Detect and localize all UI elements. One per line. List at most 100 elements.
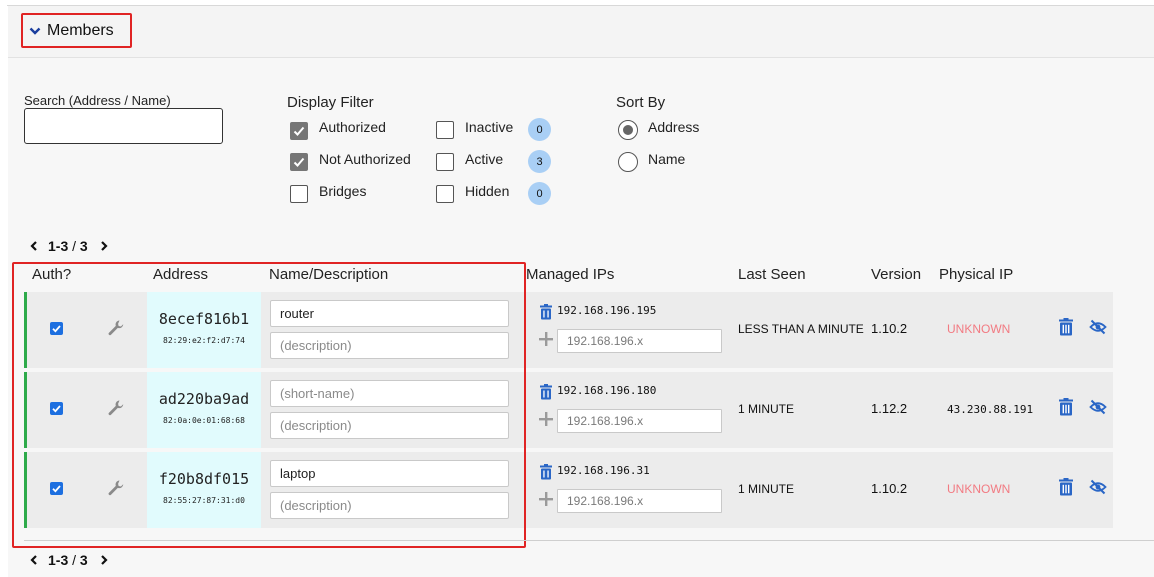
plus-icon[interactable] [539,412,553,426]
address-cell: ad220ba9ad 82:0a:0e:01:68:68 [147,372,261,448]
chevron-left-icon[interactable] [28,240,40,252]
trash-icon[interactable] [539,384,553,400]
member-name-input[interactable] [270,460,509,487]
chevron-down-icon [29,27,41,35]
filter-authorized-label: Authorized [319,119,386,135]
members-toggle-button[interactable]: Members [21,13,132,48]
wrench-icon[interactable] [107,319,125,337]
filter-inactive-label: Inactive [465,119,514,135]
member-description-input[interactable] [270,412,509,439]
plus-icon[interactable] [539,332,553,346]
check-icon [293,126,305,136]
sort-address-radio[interactable] [618,120,638,140]
filter-inactive-checkbox[interactable] [436,121,454,139]
managed-ip: 192.168.196.31 [557,464,650,477]
filter-hidden-checkbox[interactable] [436,185,454,203]
authorize-checkbox[interactable] [50,322,63,335]
version: 1.12.2 [871,401,908,416]
eye-slash-icon[interactable] [1089,319,1107,335]
last-seen: 1 MINUTE [738,402,795,416]
address-cell: f20b8df015 82:55:27:87:31:d0 [147,452,261,528]
member-row: 8ecef816b1 82:29:e2:f2:d7:74 192.168.196… [24,292,1113,368]
plus-icon[interactable] [539,492,553,506]
table-bottom-divider [24,540,1154,541]
sort-name-label: Name [648,151,686,167]
col-header-managed-ips: Managed IPs [526,266,615,283]
filter-bridges-checkbox[interactable] [290,185,308,203]
last-seen: 1 MINUTE [738,482,795,496]
col-header-address[interactable]: Address [153,266,208,283]
col-header-physical-ip: Physical IP [939,266,1014,283]
member-description-input[interactable] [270,332,509,359]
sort-address-label: Address [648,119,700,135]
member-row: f20b8df015 82:55:27:87:31:d0 192.168.196… [24,452,1113,528]
member-name-input[interactable] [270,380,509,407]
radio-dot [623,125,633,135]
pager-top: 1-3 / 3 [28,238,110,254]
managed-ip: 192.168.196.180 [557,384,657,397]
add-ip-input[interactable] [557,409,722,433]
authorize-checkbox[interactable] [50,482,63,495]
address-cell: 8ecef816b1 82:29:e2:f2:d7:74 [147,292,261,368]
chevron-right-icon[interactable] [98,240,110,252]
members-title: Members [47,21,114,39]
managed-ip: 192.168.196.195 [557,304,657,317]
add-ip-input[interactable] [557,329,722,353]
member-mac: 82:29:e2:f2:d7:74 [163,336,245,345]
sort-by-title: Sort By [616,94,666,111]
check-icon [293,157,305,167]
version: 1.10.2 [871,481,908,496]
filter-bridges-label: Bridges [319,183,367,199]
hidden-count-badge: 0 [528,182,551,205]
trash-icon[interactable] [1058,398,1074,416]
chevron-left-icon[interactable] [28,554,40,566]
member-address: ad220ba9ad [158,390,250,408]
member-description-input[interactable] [270,492,509,519]
pager-bottom: 1-3 / 3 [28,552,110,568]
last-seen: LESS THAN A MINUTE [738,322,864,336]
inactive-count-badge: 0 [528,118,551,141]
filter-active-label: Active [465,151,504,167]
filter-not-authorized-checkbox[interactable] [290,153,308,171]
authorize-checkbox[interactable] [50,402,63,415]
sort-name-radio[interactable] [618,152,638,172]
member-name-input[interactable] [270,300,509,327]
trash-icon[interactable] [539,304,553,320]
member-mac: 82:0a:0e:01:68:68 [163,416,245,425]
members-header [8,6,1154,58]
wrench-icon[interactable] [107,479,125,497]
trash-icon[interactable] [1058,318,1074,336]
members-page: Members Search (Address / Name) Display … [0,0,1154,577]
pager-label: 1-3 / 3 [48,552,88,568]
pager-label: 1-3 / 3 [48,238,88,254]
physical-ip: 43.230.88.191 [947,403,1034,416]
search-label: Search (Address / Name) [24,93,171,108]
trash-icon[interactable] [539,464,553,480]
check-icon [52,405,61,413]
wrench-icon[interactable] [107,399,125,417]
member-address: 8ecef816b1 [158,310,250,328]
col-header-auth: Auth? [32,266,72,283]
display-filter-title: Display Filter [287,94,374,111]
check-icon [52,485,61,493]
filter-hidden-label: Hidden [465,183,510,199]
filter-active-checkbox[interactable] [436,153,454,171]
chevron-right-icon[interactable] [98,554,110,566]
col-header-last-seen: Last Seen [738,266,806,283]
trash-icon[interactable] [1058,478,1074,496]
physical-ip: UNKNOWN [947,322,1011,336]
search-input[interactable] [24,108,223,144]
member-address: f20b8df015 [158,470,250,488]
add-ip-input[interactable] [557,489,722,513]
eye-slash-icon[interactable] [1089,479,1107,495]
filter-authorized-checkbox[interactable] [290,122,308,140]
version: 1.10.2 [871,321,908,336]
col-header-version: Version [871,266,922,283]
col-header-name[interactable]: Name/Description [269,266,388,283]
active-count-badge: 3 [528,150,551,173]
check-icon [52,325,61,333]
filter-not-authorized-label: Not Authorized [319,151,411,167]
eye-slash-icon[interactable] [1089,399,1107,415]
member-row: ad220ba9ad 82:0a:0e:01:68:68 192.168.196… [24,372,1113,448]
member-mac: 82:55:27:87:31:d0 [163,496,245,505]
